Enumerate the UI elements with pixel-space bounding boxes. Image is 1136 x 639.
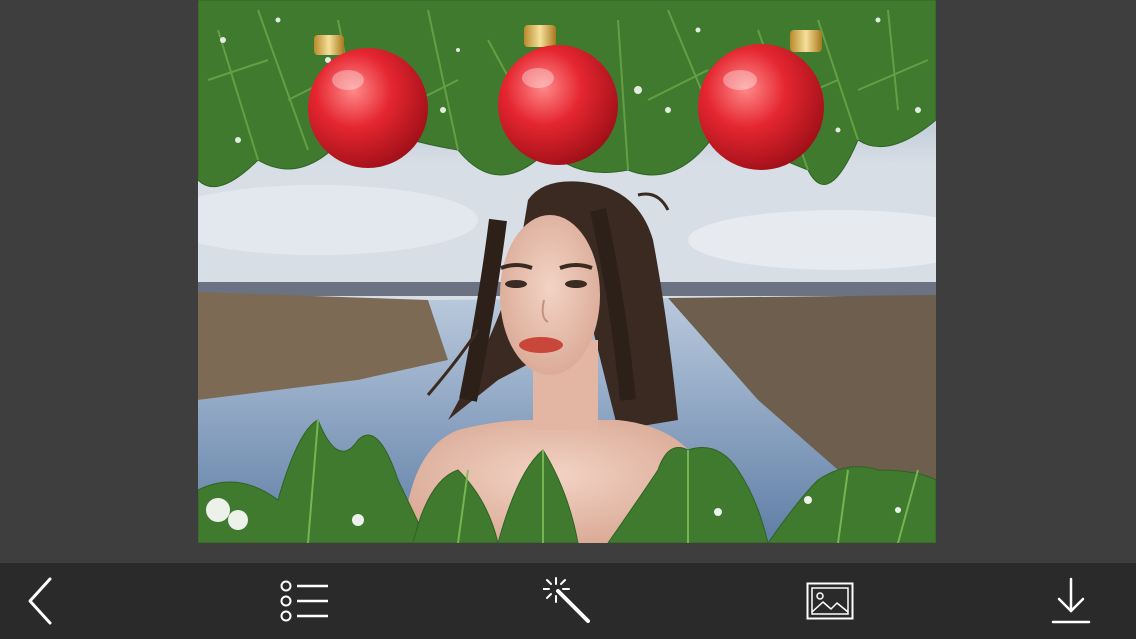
download-icon xyxy=(1051,577,1091,624)
download-button[interactable] xyxy=(1033,563,1109,639)
effects-button[interactable] xyxy=(530,563,606,639)
back-button[interactable] xyxy=(2,563,78,639)
photo-image xyxy=(198,0,936,543)
magic-wand-icon xyxy=(543,577,590,623)
frames-list-button[interactable] xyxy=(267,563,343,639)
photo-frame-editor xyxy=(0,0,1136,639)
gallery-button[interactable] xyxy=(792,563,868,639)
chevron-left-icon xyxy=(28,577,52,625)
list-icon xyxy=(280,580,328,622)
framed-photo[interactable] xyxy=(198,0,936,543)
bottom-toolbar xyxy=(0,563,1136,639)
canvas-area xyxy=(0,0,1136,563)
image-icon xyxy=(806,582,854,620)
